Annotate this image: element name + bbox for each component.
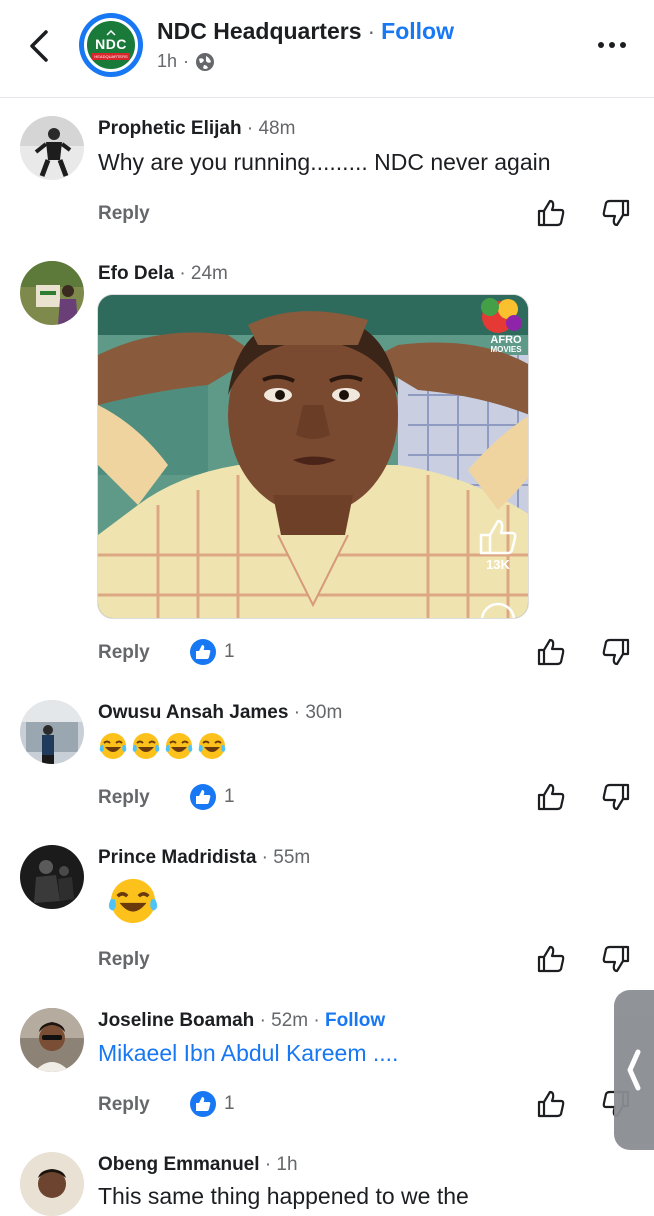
comment-time[interactable]: 1h xyxy=(276,1154,297,1175)
ndc-logo: NDC HEADQUARTERS xyxy=(84,18,138,72)
reply-button[interactable]: Reply xyxy=(98,787,150,809)
avatar[interactable] xyxy=(20,700,84,764)
comment-header: Efo Dela · 24m xyxy=(98,263,228,285)
separator: · xyxy=(313,1010,320,1031)
overlay-like-count: 13K xyxy=(486,557,510,572)
comment-likes[interactable]: 1 xyxy=(190,639,235,665)
follow-button[interactable]: Follow xyxy=(381,18,454,44)
like-icon[interactable] xyxy=(536,637,566,667)
like-count: 1 xyxy=(224,786,235,807)
like-count: 1 xyxy=(224,641,235,662)
comment-emojis xyxy=(98,731,227,761)
dislike-icon[interactable] xyxy=(601,944,631,974)
separator: · xyxy=(179,263,186,284)
like-icon[interactable] xyxy=(536,944,566,974)
side-panel-handle[interactable] xyxy=(614,990,654,1150)
author-name[interactable]: Joseline Boamah xyxy=(98,1010,254,1031)
avatar[interactable] xyxy=(20,1152,84,1216)
reply-button[interactable]: Reply xyxy=(98,203,150,225)
separator: · xyxy=(246,118,254,139)
tears-of-joy-icon xyxy=(198,733,226,759)
tears-of-joy-icon xyxy=(99,733,127,759)
comment-time[interactable]: 48m xyxy=(258,118,295,139)
comment-header: Owusu Ansah James · 30m xyxy=(98,702,342,724)
reply-button[interactable]: Reply xyxy=(98,642,150,664)
avatar[interactable] xyxy=(20,261,84,325)
meme-image: AFRO MOVIES 13K xyxy=(98,295,528,618)
like-count: 1 xyxy=(224,1093,235,1114)
comment-time[interactable]: 30m xyxy=(305,702,342,723)
author-name[interactable]: Obeng Emmanuel xyxy=(98,1154,260,1175)
author-name[interactable]: Prince Madridista xyxy=(98,847,256,868)
reply-button[interactable]: Reply xyxy=(98,1094,150,1116)
like-reaction-icon xyxy=(190,639,216,665)
watermark-line2: MOVIES xyxy=(490,345,522,354)
tears-of-joy-icon xyxy=(165,733,193,759)
like-icon[interactable] xyxy=(536,782,566,812)
comment-time[interactable]: 52m xyxy=(271,1010,308,1031)
avatar[interactable] xyxy=(20,845,84,909)
comment-text: This same thing happened to we the xyxy=(98,1183,469,1209)
separator: · xyxy=(264,1154,272,1175)
comment-header: Prophetic Elijah · 48m xyxy=(98,118,295,140)
comment-likes[interactable]: 1 xyxy=(190,784,235,810)
like-reaction-icon xyxy=(190,1091,216,1117)
comment-time[interactable]: 24m xyxy=(191,263,228,284)
separator: · xyxy=(367,18,376,44)
reply-button[interactable]: Reply xyxy=(98,949,150,971)
post-header: NDC HEADQUARTERS NDC Headquarters · Follow… xyxy=(0,0,654,98)
avatar[interactable] xyxy=(20,1008,84,1072)
dislike-icon[interactable] xyxy=(601,637,631,667)
separator: · xyxy=(293,702,301,723)
comment-time[interactable]: 55m xyxy=(273,847,310,868)
author-name[interactable]: Efo Dela xyxy=(98,263,174,284)
page-name[interactable]: NDC Headquarters xyxy=(157,18,362,44)
avatar[interactable] xyxy=(20,116,84,180)
dislike-icon[interactable] xyxy=(601,198,631,228)
author-name[interactable]: Owusu Ansah James xyxy=(98,702,288,723)
separator: · xyxy=(261,847,268,868)
more-options-icon[interactable] xyxy=(598,42,626,48)
like-icon[interactable] xyxy=(536,198,566,228)
page-avatar[interactable]: NDC HEADQUARTERS xyxy=(79,13,143,77)
comment-header: Prince Madridista · 55m xyxy=(98,847,310,869)
logo-subtext: HEADQUARTERS xyxy=(92,53,130,60)
post-time[interactable]: 1h xyxy=(157,51,177,72)
back-arrow-icon[interactable] xyxy=(22,26,56,66)
separator: · xyxy=(259,1010,266,1031)
tears-of-joy-icon xyxy=(108,878,158,924)
dislike-icon[interactable] xyxy=(601,782,631,812)
like-icon[interactable] xyxy=(536,1089,566,1119)
comment-text: Why are you running......... NDC never a… xyxy=(98,149,551,175)
header-title: NDC Headquarters · Follow xyxy=(157,18,454,45)
comment-text[interactable]: Mikaeel Ibn Abdul Kareem .... xyxy=(98,1040,398,1067)
follow-button[interactable]: Follow xyxy=(325,1010,385,1031)
author-name[interactable]: Prophetic Elijah xyxy=(98,118,242,139)
globe-icon xyxy=(196,52,215,71)
post-meta: 1h · xyxy=(157,51,215,72)
tears-of-joy-icon xyxy=(132,733,160,759)
meta-separator: · xyxy=(183,51,190,71)
comment-header: Joseline Boamah · 52m · Follow xyxy=(98,1010,385,1032)
like-reaction-icon xyxy=(190,784,216,810)
comment-media[interactable]: AFRO MOVIES 13K xyxy=(97,294,529,619)
comment-likes[interactable]: 1 xyxy=(190,1091,235,1117)
chevron-left-icon xyxy=(627,1049,641,1091)
comment-header: Obeng Emmanuel · 1h xyxy=(98,1154,298,1176)
logo-text: NDC xyxy=(95,36,127,52)
